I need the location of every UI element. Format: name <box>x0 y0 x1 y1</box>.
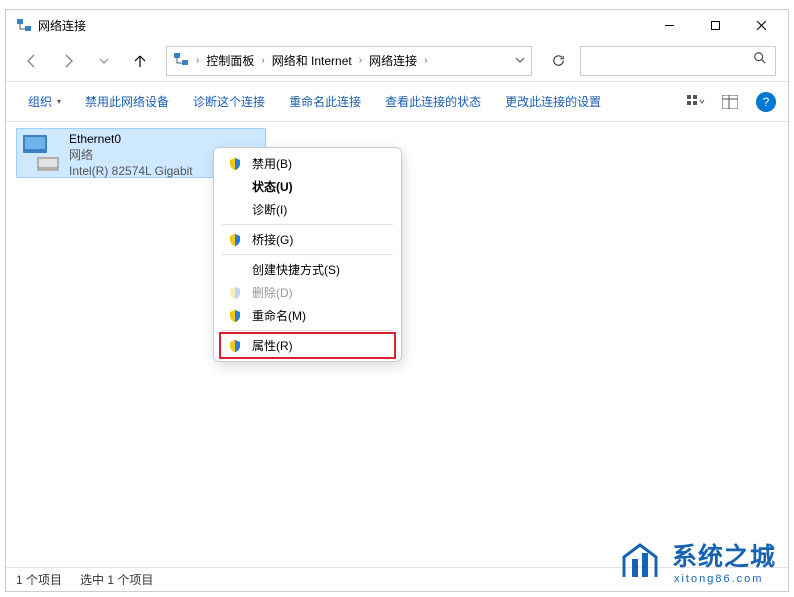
connection-status: 网络 <box>69 147 193 163</box>
connection-text: Ethernet0 网络 Intel(R) 82574L Gigabit <box>63 131 199 175</box>
chevron-right-icon[interactable]: › <box>421 55 430 66</box>
titlebar: 网络连接 <box>6 10 788 40</box>
toolbar-rename[interactable]: 重命名此连接 <box>279 89 371 114</box>
menu-separator <box>222 330 393 331</box>
item-count: 1 个项目 <box>16 571 62 588</box>
refresh-button[interactable] <box>544 47 572 75</box>
menu-item-bridge[interactable]: 桥接(G) <box>214 228 401 251</box>
connection-icon <box>19 131 63 175</box>
search-field[interactable] <box>589 53 753 69</box>
up-button[interactable] <box>126 47 154 75</box>
toolbar-diagnose[interactable]: 诊断这个连接 <box>183 89 275 114</box>
menu-item-create-shortcut[interactable]: 创建快捷方式(S) <box>214 258 401 281</box>
chevron-right-icon[interactable]: › <box>258 55 267 66</box>
back-button[interactable] <box>18 47 46 75</box>
menu-item-rename[interactable]: 重命名(M) <box>214 304 401 327</box>
breadcrumb[interactable]: 网络连接 <box>369 52 417 69</box>
menu-separator <box>222 254 393 255</box>
toolbar-disable-device[interactable]: 禁用此网络设备 <box>75 89 179 114</box>
toolbar-organize[interactable]: 组织▾ <box>18 89 71 114</box>
navigation-bar: › 控制面板 › 网络和 Internet › 网络连接 › <box>6 40 788 82</box>
toolbar: 组织▾ 禁用此网络设备 诊断这个连接 重命名此连接 查看此连接的状态 更改此连接… <box>6 82 788 122</box>
connection-device: Intel(R) 82574L Gigabit <box>69 163 193 179</box>
address-dropdown-icon[interactable] <box>515 54 525 68</box>
watermark-title: 系统之城 <box>672 537 776 573</box>
shield-icon <box>228 309 242 323</box>
toolbar-view-status[interactable]: 查看此连接的状态 <box>375 89 491 114</box>
context-menu: 禁用(B) 状态(U) 诊断(I) 桥接(G) 创建快捷方式(S) 删除(D) … <box>213 147 402 362</box>
menu-item-diagnose[interactable]: 诊断(I) <box>214 198 401 221</box>
connection-name: Ethernet0 <box>69 131 193 147</box>
chevron-right-icon[interactable]: › <box>356 55 365 66</box>
shield-icon <box>228 157 242 171</box>
shield-icon <box>228 233 242 247</box>
app-icon <box>16 17 32 33</box>
breadcrumb[interactable]: 网络和 Internet <box>272 52 352 69</box>
menu-item-delete: 删除(D) <box>214 281 401 304</box>
watermark: 系统之城 xitong86.com <box>618 537 776 585</box>
menu-item-disable[interactable]: 禁用(B) <box>214 152 401 175</box>
view-large-icons-button[interactable] <box>682 89 710 115</box>
menu-item-status[interactable]: 状态(U) <box>214 175 401 198</box>
address-bar[interactable]: › 控制面板 › 网络和 Internet › 网络连接 › <box>166 46 532 76</box>
breadcrumb[interactable]: 控制面板 <box>206 52 254 69</box>
menu-item-properties[interactable]: 属性(R) <box>214 334 401 357</box>
search-icon[interactable] <box>753 51 767 70</box>
toolbar-change-settings[interactable]: 更改此连接的设置 <box>495 89 611 114</box>
chevron-down-icon: ▾ <box>57 97 61 106</box>
view-details-button[interactable] <box>716 89 744 115</box>
selection-count: 选中 1 个项目 <box>80 571 153 588</box>
watermark-logo-icon <box>618 539 662 583</box>
address-icon <box>173 51 189 70</box>
help-button[interactable]: ? <box>756 92 776 112</box>
close-button[interactable] <box>738 10 784 40</box>
recent-button[interactable] <box>90 47 118 75</box>
watermark-url: xitong86.com <box>674 573 776 585</box>
shield-icon <box>228 286 242 300</box>
menu-separator <box>222 224 393 225</box>
minimize-button[interactable] <box>646 10 692 40</box>
chevron-right-icon[interactable]: › <box>193 55 202 66</box>
search-input[interactable] <box>580 46 776 76</box>
window-title: 网络连接 <box>38 17 86 34</box>
maximize-button[interactable] <box>692 10 738 40</box>
forward-button[interactable] <box>54 47 82 75</box>
shield-icon <box>228 339 242 353</box>
